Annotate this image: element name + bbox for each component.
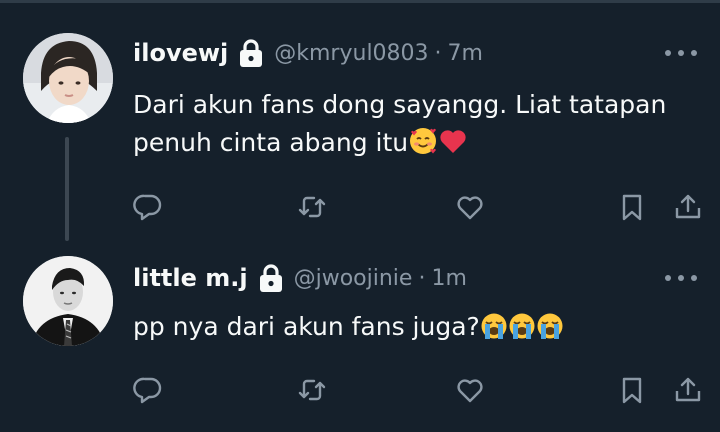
tweet-header: little m.j @jwoojinie · 1m xyxy=(133,258,467,298)
retweet-button[interactable] xyxy=(292,187,332,227)
tweet-header: ilovewj @kmryul0803 · 7m xyxy=(133,33,483,73)
tweet-1[interactable]: ilovewj @kmryul0803 · 7m Dari akun fans … xyxy=(0,0,720,245)
like-icon xyxy=(457,196,483,220)
thread-line xyxy=(65,137,69,241)
bookmark-icon xyxy=(622,377,642,404)
retweet-icon xyxy=(298,379,326,401)
loudly-crying-face-emoji xyxy=(481,313,507,339)
retweet-button[interactable] xyxy=(292,370,332,410)
tweet-text: Dari akun fans dong sayangg. Liat tatapa… xyxy=(133,86,703,162)
avatar[interactable] xyxy=(23,33,113,123)
display-name[interactable]: little m.j xyxy=(133,264,248,292)
timestamp[interactable]: 7m xyxy=(448,41,483,66)
like-button[interactable] xyxy=(450,187,490,227)
reply-icon xyxy=(133,194,162,221)
separator-dot: · xyxy=(434,40,442,66)
tweet-actions xyxy=(128,187,708,227)
display-name[interactable]: ilovewj xyxy=(133,39,228,67)
reply-icon xyxy=(133,377,162,404)
loudly-crying-face-emoji xyxy=(537,313,563,339)
more-icon[interactable] xyxy=(665,268,697,288)
share-button[interactable] xyxy=(668,187,708,227)
tweet-actions xyxy=(128,370,708,410)
red-heart-emoji xyxy=(440,130,466,153)
loudly-crying-face-emoji xyxy=(509,313,535,339)
smiling-face-with-hearts-emoji xyxy=(410,128,437,154)
tweet-text: pp nya dari akun fans juga? xyxy=(133,308,703,346)
bookmark-button[interactable] xyxy=(612,370,652,410)
tweet-text-content: Dari akun fans dong sayangg. Liat tatapa… xyxy=(133,90,667,157)
timestamp[interactable]: 1m xyxy=(431,266,466,291)
retweet-icon xyxy=(298,196,326,218)
lock-icon xyxy=(240,39,263,67)
share-button[interactable] xyxy=(668,370,708,410)
like-button[interactable] xyxy=(450,370,490,410)
bookmark-button[interactable] xyxy=(612,187,652,227)
avatar[interactable] xyxy=(23,256,113,346)
separator-dot: · xyxy=(418,265,426,291)
share-icon xyxy=(675,377,701,402)
bookmark-icon xyxy=(622,194,642,221)
handle[interactable]: @jwoojinie xyxy=(294,266,413,291)
reply-button[interactable] xyxy=(128,187,168,227)
tweet-2[interactable]: little m.j @jwoojinie · 1m pp nya dari a… xyxy=(0,245,720,432)
reply-button[interactable] xyxy=(128,370,168,410)
more-icon[interactable] xyxy=(665,43,697,63)
tweet-text-content: pp nya dari akun fans juga? xyxy=(133,312,480,341)
share-icon xyxy=(675,194,701,219)
like-icon xyxy=(457,379,483,403)
lock-icon xyxy=(259,264,282,292)
handle[interactable]: @kmryul0803 xyxy=(274,41,428,66)
